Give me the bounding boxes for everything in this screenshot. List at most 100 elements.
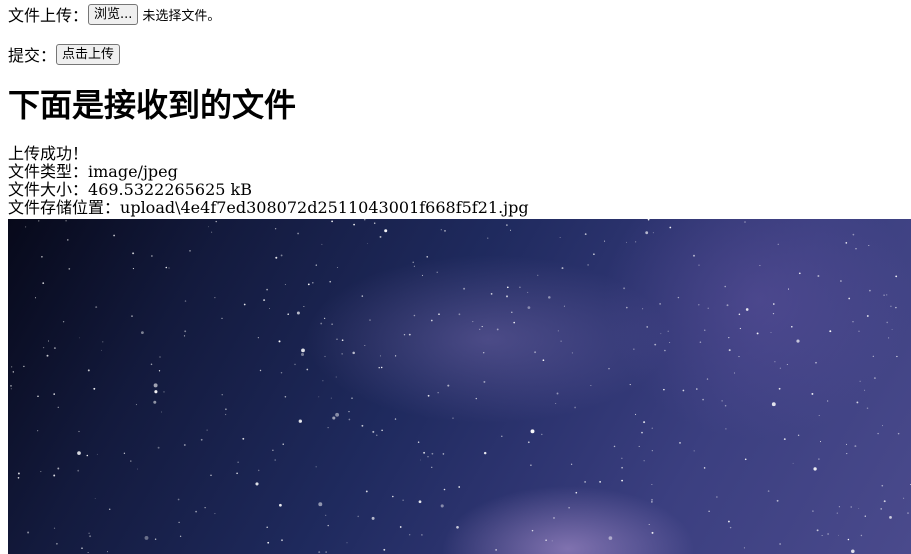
star <box>379 235 382 238</box>
star <box>626 306 628 309</box>
star <box>296 311 300 315</box>
star <box>25 226 27 228</box>
star <box>660 333 662 335</box>
star <box>56 542 58 545</box>
star <box>651 450 653 452</box>
star <box>88 532 90 535</box>
star <box>151 255 153 257</box>
star <box>698 264 700 266</box>
star <box>817 275 820 277</box>
star <box>208 226 209 228</box>
star <box>856 401 859 404</box>
star <box>779 543 781 545</box>
star <box>37 430 39 432</box>
star <box>877 432 879 435</box>
star <box>792 462 794 464</box>
star <box>847 538 850 541</box>
star <box>179 535 182 537</box>
star <box>506 224 508 226</box>
star <box>641 431 643 434</box>
star <box>846 443 847 445</box>
star <box>108 508 111 511</box>
star <box>882 425 883 427</box>
star <box>373 222 376 224</box>
star <box>482 351 485 354</box>
star <box>706 378 709 380</box>
star <box>643 460 645 462</box>
star <box>280 371 283 374</box>
star <box>436 271 438 273</box>
star <box>770 331 772 333</box>
star <box>315 264 317 266</box>
star <box>703 467 706 469</box>
star <box>38 220 40 222</box>
star <box>890 305 892 308</box>
star <box>534 351 537 354</box>
star <box>776 499 779 502</box>
star <box>322 380 324 382</box>
star <box>864 389 866 391</box>
star <box>132 268 134 270</box>
star <box>852 233 855 236</box>
star <box>348 418 351 421</box>
star <box>335 376 337 378</box>
star <box>584 481 586 483</box>
star <box>221 394 223 396</box>
star <box>301 348 305 353</box>
star <box>889 516 892 519</box>
star <box>880 508 882 510</box>
star <box>158 370 161 372</box>
star <box>318 551 321 554</box>
star <box>418 500 422 504</box>
star <box>361 295 364 297</box>
star <box>883 500 886 503</box>
star <box>531 529 534 532</box>
file-type-value: image/jpeg <box>88 162 178 181</box>
star <box>626 241 627 243</box>
star <box>408 333 411 336</box>
star <box>335 412 340 417</box>
star <box>771 402 776 407</box>
file-upload-row: 文件上传： 浏览... 未选择文件。 <box>8 3 220 25</box>
star <box>584 233 587 235</box>
star <box>838 506 841 508</box>
star <box>851 549 855 554</box>
received-files-heading: 下面是接收到的文件 <box>8 86 297 124</box>
star <box>787 288 790 290</box>
star <box>427 394 430 397</box>
star <box>330 397 332 399</box>
star <box>144 535 149 540</box>
star <box>113 234 115 237</box>
star <box>873 377 876 380</box>
star <box>210 474 212 476</box>
star <box>682 389 685 392</box>
star <box>183 335 186 337</box>
star <box>444 230 446 232</box>
star <box>818 458 820 460</box>
star <box>430 319 433 322</box>
star <box>821 535 823 537</box>
star <box>257 469 260 472</box>
star <box>896 355 898 358</box>
star <box>590 385 592 387</box>
upload-submit-button[interactable]: 点击上传 <box>56 43 121 65</box>
star <box>189 250 191 252</box>
star <box>575 491 578 494</box>
browse-button[interactable]: 浏览... <box>88 3 139 25</box>
star <box>556 392 559 395</box>
star <box>839 280 842 282</box>
star <box>530 464 532 466</box>
star <box>819 441 822 443</box>
star <box>371 516 375 520</box>
star <box>872 355 874 357</box>
star <box>346 542 348 544</box>
star <box>93 387 96 390</box>
star <box>739 327 742 330</box>
star <box>728 337 730 339</box>
star <box>274 228 277 230</box>
star <box>563 305 565 307</box>
star <box>95 306 98 309</box>
star <box>738 313 741 316</box>
star <box>855 248 857 250</box>
star <box>559 237 561 238</box>
